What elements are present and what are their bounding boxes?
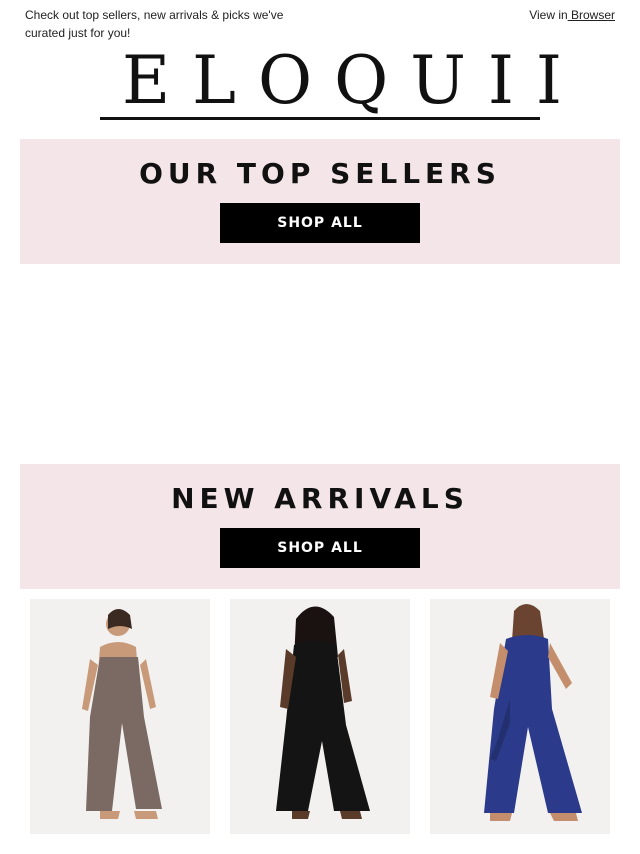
new-arrivals-products xyxy=(30,599,610,834)
new-arrivals-title: NEW ARRIVALS xyxy=(171,482,469,515)
shop-all-new-arrivals-button[interactable]: SHOP ALL xyxy=(220,528,420,568)
preheader-text: Check out top sellers, new arrivals & pi… xyxy=(25,8,284,40)
top-sellers-title: OUR TOP SELLERS xyxy=(139,157,501,190)
logo-text: ELOQUII xyxy=(122,42,584,119)
view-in-browser: View in Browser xyxy=(529,6,615,24)
shop-all-top-sellers-button[interactable]: SHOP ALL xyxy=(220,203,420,243)
eloquii-logo[interactable]: ELOQUII xyxy=(100,42,584,120)
product-image-black-jumpsuit xyxy=(230,599,410,834)
product-black-jumpsuit[interactable] xyxy=(230,599,410,834)
product-image-sequin-jumpsuit xyxy=(30,599,210,834)
view-in-label: View in xyxy=(529,8,568,22)
logo-underline xyxy=(100,117,540,120)
browser-link[interactable]: Browser xyxy=(568,8,615,22)
product-navy-jumpsuit[interactable] xyxy=(430,599,610,834)
new-arrivals-banner: NEW ARRIVALS SHOP ALL xyxy=(20,464,620,589)
product-sequin-jumpsuit[interactable] xyxy=(30,599,210,834)
product-image-navy-jumpsuit xyxy=(430,599,610,834)
top-sellers-banner: OUR TOP SELLERS SHOP ALL xyxy=(20,139,620,264)
